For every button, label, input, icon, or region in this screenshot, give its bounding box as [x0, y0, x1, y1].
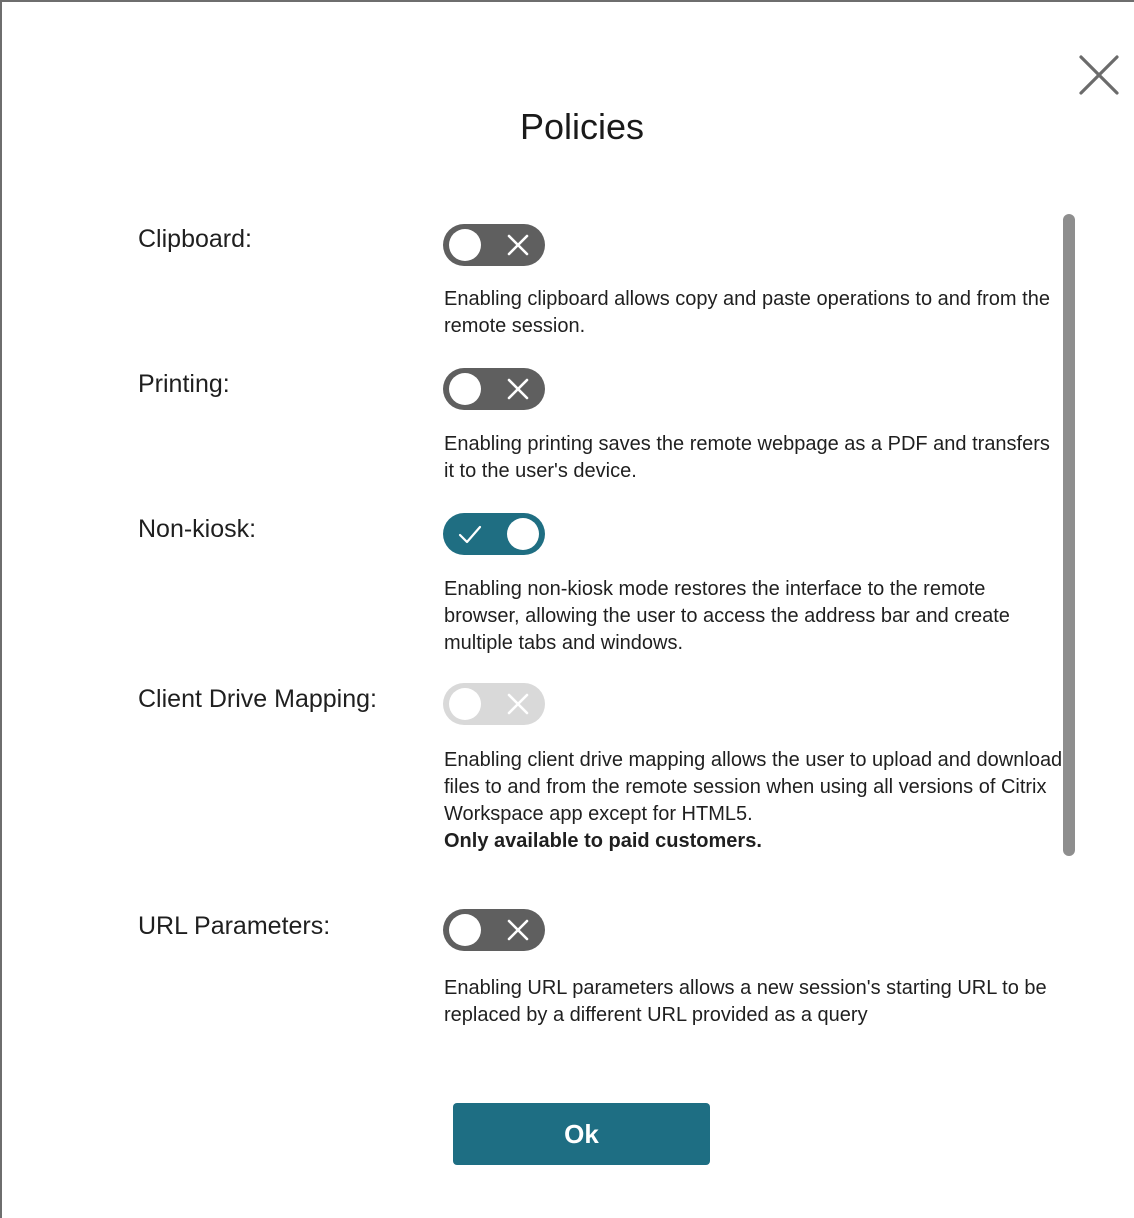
toggle-knob — [449, 229, 481, 261]
policy-desc-non-kiosk: Enabling non-kiosk mode restores the int… — [444, 578, 1010, 654]
toggle-url-parameters[interactable] — [443, 909, 545, 951]
toggle-knob — [449, 373, 481, 405]
x-icon — [507, 378, 529, 400]
close-icon — [1079, 55, 1119, 95]
policy-label-url-parameters: URL Parameters: — [138, 912, 331, 940]
policy-label-printing: Printing: — [138, 370, 230, 398]
paid-customers-note: Only available to paid customers. — [444, 830, 762, 852]
check-icon — [458, 525, 482, 544]
policy-desc-url-parameters: Enabling URL parameters allows a new ses… — [444, 977, 1047, 1026]
policies-dialog: Policies Clipboard: Enabling clipboard a… — [0, 0, 1134, 1218]
x-icon — [507, 693, 529, 715]
policy-desc-text: Enabling client drive mapping allows the… — [444, 749, 1063, 825]
close-button[interactable] — [1076, 52, 1122, 98]
dialog-title: Policies — [519, 106, 645, 147]
toggle-client-drive-mapping — [443, 683, 545, 725]
policy-desc-printing: Enabling printing saves the remote webpa… — [444, 433, 1050, 482]
ok-button[interactable]: Ok — [453, 1103, 710, 1165]
policy-desc-client-drive-mapping: Enabling client drive mapping allows the… — [444, 747, 1064, 855]
toggle-non-kiosk[interactable] — [443, 513, 545, 555]
toggle-printing[interactable] — [443, 368, 545, 410]
x-icon — [507, 234, 529, 256]
toggle-knob — [507, 518, 539, 550]
scrollbar-thumb[interactable] — [1063, 214, 1075, 856]
policy-label-client-drive-mapping: Client Drive Mapping: — [138, 685, 377, 713]
toggle-knob — [449, 914, 481, 946]
policy-label-non-kiosk: Non-kiosk: — [138, 515, 257, 543]
policies-scroll-area[interactable]: Clipboard: Enabling clipboard allows cop… — [2, 202, 1134, 1042]
policy-desc-clipboard: Enabling clipboard allows copy and paste… — [444, 288, 1050, 337]
policy-label-clipboard: Clipboard: — [138, 225, 252, 253]
toggle-knob — [449, 688, 481, 720]
toggle-clipboard[interactable] — [443, 224, 545, 266]
x-icon — [507, 919, 529, 941]
